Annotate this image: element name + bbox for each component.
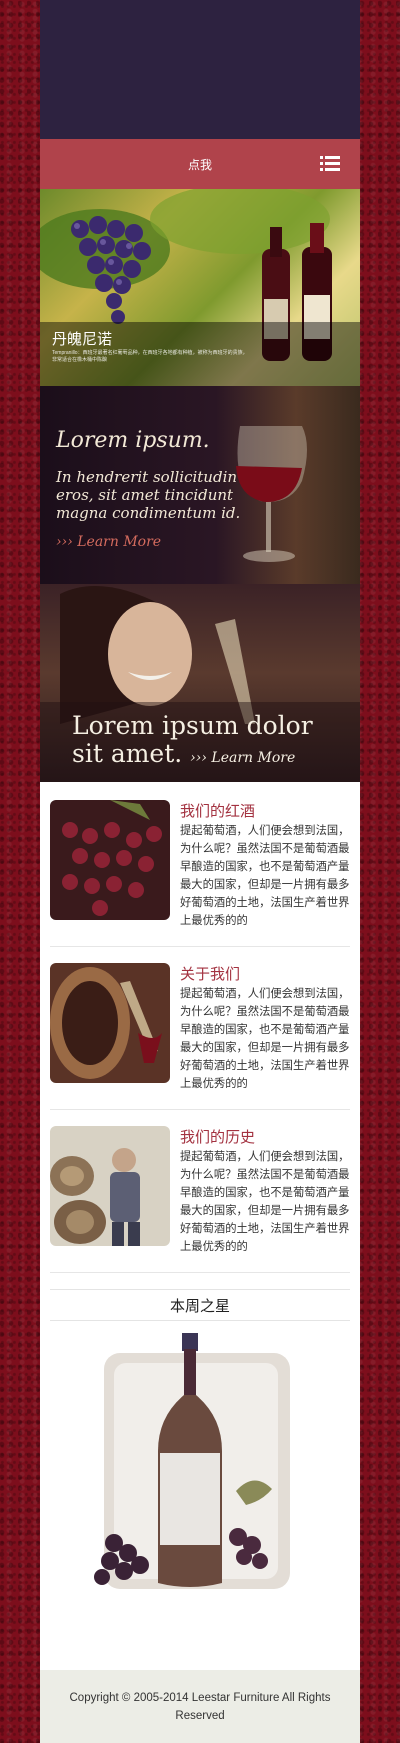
menu-label[interactable]: 点我 [188, 156, 212, 173]
article-2-body: 提起葡萄酒，人们便会想到法国，为什么呢？虽然法国不是葡萄酒最早酿造的国家，也不是… [180, 988, 350, 1089]
list-item: 关于我们 提起葡萄酒，人们便会想到法国，为什么呢？虽然法国不是葡萄酒最早酿造的国… [50, 963, 350, 1110]
banner-2-learn-more-link[interactable]: ››› Learn More [190, 750, 295, 766]
star-of-the-week-image[interactable] [40, 1321, 360, 1621]
list-item: 我们的红酒 提起葡萄酒，人们便会想到法国，为什么呢？虽然法国不是葡萄酒最早酿造的… [50, 800, 350, 947]
hero-caption: 丹魄尼诺 Tempranillo：西班牙最著名红葡萄品种，在西班牙各地都有种植，… [40, 322, 360, 386]
page: 点我 丹魄尼诺 Tempranillo：西班牙最著名红葡萄品种，在西班牙各地都有… [40, 0, 360, 1743]
promo-banner-1[interactable]: Lorem ipsum. In hendrerit sollicitudin e… [40, 386, 360, 584]
list-item: 我们的历史 提起葡萄酒，人们便会想到法国，为什么呢？虽然法国不是葡萄酒最早酿造的… [50, 1126, 350, 1273]
banner-1-learn-more-link[interactable]: ››› Learn More [56, 534, 161, 550]
article-3-title[interactable]: 我们的历史 [180, 1126, 255, 1147]
article-1-title[interactable]: 我们的红酒 [180, 800, 255, 821]
banner-2-text: Lorem ipsum dolor sit amet. ››› Learn Mo… [72, 712, 332, 772]
footer: Copyright © 2005-2014 Leestar Furniture … [40, 1670, 360, 1743]
banner-1-text: In hendrerit sollicitudin eros, sit amet… [56, 468, 241, 522]
banner-1-title: Lorem ipsum. [56, 428, 210, 453]
article-3-body: 提起葡萄酒，人们便会想到法国，为什么呢？虽然法国不是葡萄酒最早酿造的国家，也不是… [180, 1151, 350, 1252]
hamburger-menu-icon[interactable] [320, 156, 340, 171]
star-of-the-week-heading: 本周之星 [50, 1289, 350, 1321]
article-2-title[interactable]: 关于我们 [180, 963, 240, 984]
hero-description: Tempranillo：西班牙最著名红葡萄品种，在西班牙各地都有种植，被称为西班… [52, 350, 248, 363]
red-grapes-thumbnail[interactable] [50, 800, 170, 920]
hero-title: 丹魄尼诺 [52, 331, 113, 348]
top-header-bar [40, 0, 360, 139]
nav-bar: 点我 [40, 139, 360, 189]
hero-slide[interactable]: 丹魄尼诺 Tempranillo：西班牙最著名红葡萄品种，在西班牙各地都有种植，… [40, 189, 360, 386]
promo-banner-2[interactable]: Lorem ipsum dolor sit amet. ››› Learn Mo… [40, 584, 360, 782]
article-1-body: 提起葡萄酒，人们便会想到法国，为什么呢？虽然法国不是葡萄酒最早酿造的国家，也不是… [180, 825, 350, 926]
article-list: 我们的红酒 提起葡萄酒，人们便会想到法国，为什么呢？虽然法国不是葡萄酒最早酿造的… [40, 782, 360, 1273]
footer-copyright: Copyright © 2005-2014 Leestar Furniture … [69, 1691, 331, 1722]
winemaker-cellar-thumbnail[interactable] [50, 1126, 170, 1246]
wine-bottle-image [94, 1333, 290, 1589]
wine-barrel-thumbnail[interactable] [50, 963, 170, 1083]
